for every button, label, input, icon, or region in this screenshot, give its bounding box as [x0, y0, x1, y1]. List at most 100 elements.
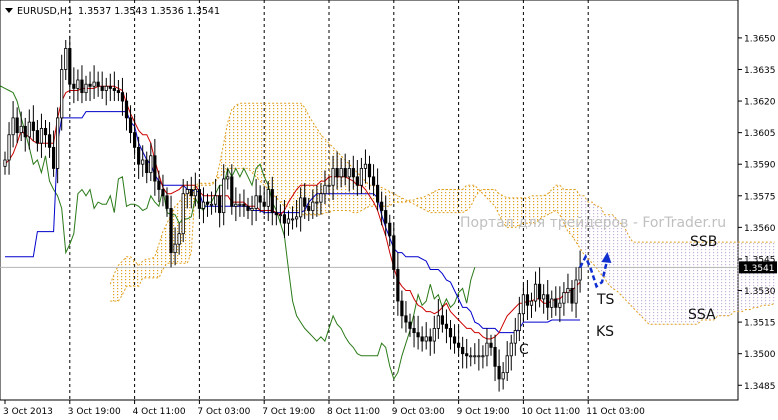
- candle-body: [145, 159, 149, 174]
- candle-body: [367, 163, 372, 178]
- candle-body: [303, 197, 307, 207]
- chart-window: Портал для трейдеров - ForTrader.ru SSB …: [0, 0, 778, 420]
- candle-body: [307, 205, 311, 211]
- candle-body: [461, 346, 465, 355]
- candle-body: [533, 283, 538, 302]
- candle-body: [363, 163, 368, 169]
- candle-body: [258, 195, 262, 203]
- candle-body: [128, 117, 133, 134]
- x-tick-label-5: 8 Oct 11:00: [327, 407, 380, 417]
- x-tick-label-8: 10 Oct 11:00: [521, 407, 580, 417]
- candle-body: [452, 336, 457, 344]
- candle-body: [19, 125, 23, 134]
- candle-body: [226, 176, 230, 180]
- candle-body: [254, 195, 258, 209]
- candle-body: [104, 85, 108, 91]
- candle-body: [335, 168, 339, 178]
- candle-body: [436, 315, 440, 329]
- candle-body: [100, 85, 104, 91]
- candle-body: [242, 203, 246, 207]
- candle-body: [218, 195, 222, 214]
- x-tick-label-0: 3 Oct 2013: [3, 407, 53, 417]
- candle-body: [501, 372, 505, 380]
- candle-body: [39, 128, 44, 144]
- candle-body: [290, 218, 295, 221]
- candle-body: [574, 279, 578, 304]
- candle-body: [489, 342, 493, 348]
- candle-body: [165, 195, 169, 209]
- candle-body: [521, 294, 526, 315]
- ichimoku-chart[interactable]: Портал для трейдеров - ForTrader.ru SSB …: [0, 0, 778, 420]
- candle-body: [112, 88, 116, 91]
- candle-body: [529, 300, 534, 306]
- candle-body: [23, 125, 27, 138]
- candle-body: [428, 336, 432, 342]
- y-tick-label-5: 1.3575: [744, 192, 776, 202]
- candle-body: [31, 121, 35, 131]
- candle-body: [294, 216, 299, 220]
- candle-body: [355, 176, 359, 186]
- candle-body: [266, 189, 270, 207]
- candle-body: [124, 100, 129, 119]
- candle-body: [497, 365, 501, 380]
- candle-body: [371, 176, 376, 186]
- candle-body: [205, 201, 210, 205]
- candle-body: [444, 323, 449, 329]
- candle-body: [517, 313, 521, 331]
- c-label: C: [519, 342, 529, 358]
- candle-body: [546, 294, 550, 308]
- candle-body: [404, 315, 408, 323]
- x-tick-label-3: 7 Oct 03:00: [197, 407, 250, 417]
- candle-body: [493, 346, 497, 367]
- candle-body: [116, 90, 120, 94]
- y-tick-label-9: 1.3515: [744, 319, 776, 329]
- candle-body: [578, 266, 582, 281]
- candle-body: [432, 328, 436, 342]
- watermark-text: Портал для трейдеров - ForTrader.ru: [460, 215, 726, 231]
- y-tick-label-2: 1.3620: [744, 98, 776, 108]
- candle-body: [72, 83, 76, 89]
- y-tick-label-3: 1.3605: [744, 129, 776, 139]
- candle-body: [343, 168, 347, 178]
- candle-body: [554, 298, 558, 308]
- candle-body: [262, 201, 266, 207]
- candle-body: [213, 195, 218, 205]
- y-tick-label-10: 1.3500: [744, 350, 776, 360]
- candle-body: [440, 315, 445, 325]
- candle-body: [76, 79, 80, 89]
- candle-body: [299, 197, 303, 218]
- candle-body: [141, 159, 145, 165]
- candle-body: [234, 203, 238, 207]
- x-tick-label-1: 3 Oct 19:00: [68, 407, 121, 417]
- y-tick-label-11: 1.3485: [744, 382, 776, 392]
- candle-body: [351, 168, 355, 178]
- candle-body: [375, 184, 380, 203]
- candle-body: [60, 69, 64, 119]
- ssb-label: SSB: [690, 234, 717, 250]
- current-price-label: 1.3541: [743, 264, 775, 274]
- candle-body: [209, 203, 214, 206]
- candle-body: [550, 298, 554, 308]
- candle-body: [315, 201, 319, 204]
- candle-body: [274, 212, 278, 216]
- candle-body: [35, 130, 40, 144]
- candle-body: [88, 83, 92, 87]
- candle-body: [15, 117, 19, 134]
- candle-body: [282, 214, 287, 224]
- candle-body: [542, 294, 546, 300]
- candle-body: [286, 218, 291, 224]
- candle-body: [513, 330, 517, 344]
- candle-body: [201, 201, 206, 209]
- candle-body: [420, 336, 424, 342]
- candle-body: [424, 336, 428, 342]
- y-tick-label-0: 1.3650: [744, 34, 776, 44]
- candle-body: [505, 355, 509, 374]
- x-tick-label-7: 9 Oct 19:00: [457, 407, 510, 417]
- ssa-label: SSA: [688, 307, 716, 323]
- candle-body: [64, 48, 68, 70]
- y-tick-label-4: 1.3590: [744, 161, 776, 171]
- x-tick-label-4: 7 Oct 19:00: [262, 407, 315, 417]
- candle-body: [108, 85, 112, 89]
- symbol-label: EURUSD,H1: [17, 6, 73, 17]
- candle-body: [137, 146, 141, 165]
